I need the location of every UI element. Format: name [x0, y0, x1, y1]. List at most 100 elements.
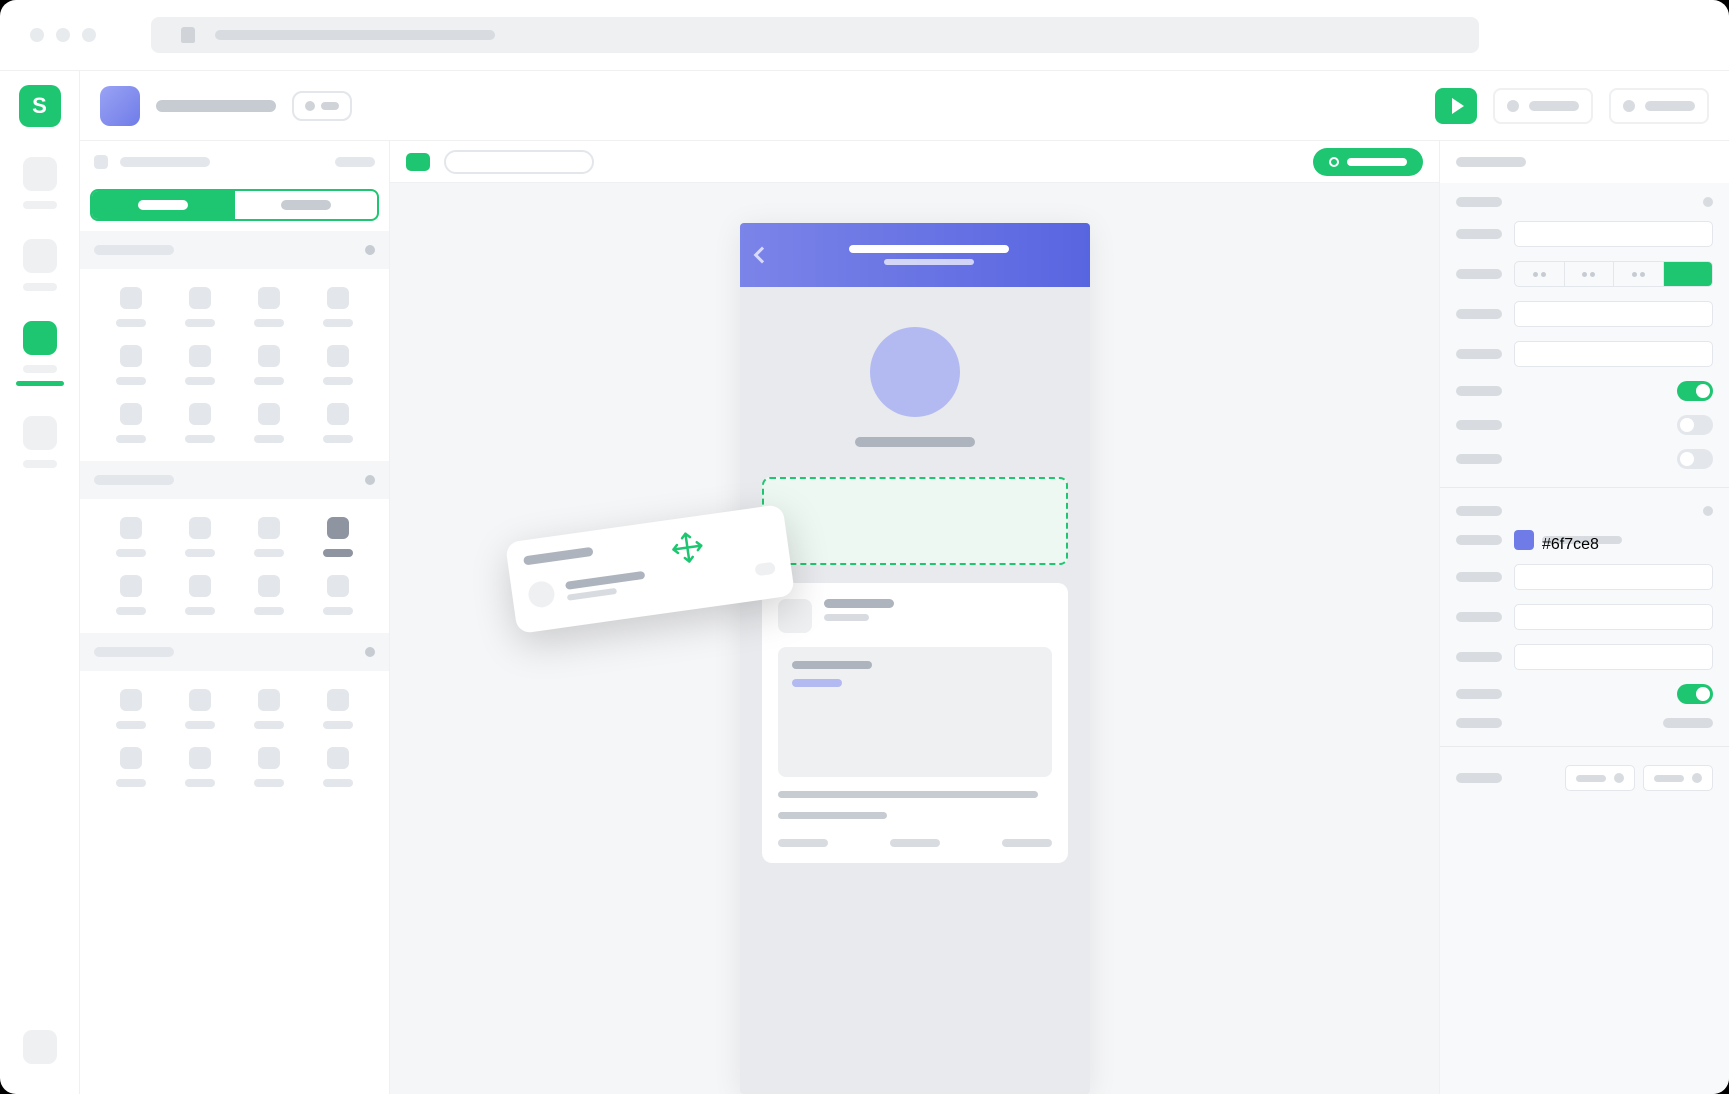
- avatar[interactable]: [870, 327, 960, 417]
- section-collapse-icon[interactable]: [365, 647, 375, 657]
- component-item[interactable]: [102, 403, 161, 443]
- play-button[interactable]: [1435, 88, 1477, 124]
- component-item[interactable]: [102, 287, 161, 327]
- nav-icon-4[interactable]: [23, 416, 57, 450]
- component-item[interactable]: [102, 689, 161, 729]
- canvas-search[interactable]: [444, 150, 594, 174]
- component-item[interactable]: [102, 747, 161, 787]
- component-item[interactable]: [308, 403, 367, 443]
- prop-label: [1456, 229, 1502, 239]
- align-option[interactable]: [1565, 262, 1615, 286]
- nav-rail: S: [0, 71, 80, 1094]
- topbar-action-1[interactable]: [1493, 88, 1593, 124]
- component-item[interactable]: [308, 287, 367, 327]
- topbar-action-2[interactable]: [1609, 88, 1709, 124]
- card-action[interactable]: [890, 839, 940, 847]
- prop-input[interactable]: [1514, 221, 1713, 247]
- back-icon[interactable]: [753, 247, 770, 264]
- nav-group-4[interactable]: [23, 416, 57, 468]
- prop-toggle-3[interactable]: [1677, 449, 1713, 469]
- component-item[interactable]: [102, 517, 161, 557]
- section-collapse-icon[interactable]: [365, 245, 375, 255]
- component-item[interactable]: [240, 345, 299, 385]
- prop-toggle-2[interactable]: [1677, 415, 1713, 435]
- nav-settings-icon[interactable]: [23, 1030, 57, 1064]
- prop-label: [1456, 349, 1502, 359]
- view-toggle[interactable]: [292, 91, 352, 121]
- prop-input[interactable]: [1514, 644, 1713, 670]
- section-title: [94, 647, 174, 657]
- device-frame[interactable]: [740, 223, 1090, 1094]
- component-item[interactable]: [240, 517, 299, 557]
- component-item[interactable]: [171, 575, 230, 615]
- align-option[interactable]: [1614, 262, 1664, 286]
- canvas[interactable]: [390, 183, 1439, 1094]
- prop-label: [1456, 420, 1502, 430]
- section-menu-icon[interactable]: [1703, 506, 1713, 516]
- app-logo[interactable]: S: [19, 85, 61, 127]
- alignment-segments[interactable]: [1514, 261, 1713, 287]
- section-menu-icon[interactable]: [1703, 197, 1713, 207]
- nav-icon-3[interactable]: [23, 321, 57, 355]
- prop-input[interactable]: [1514, 564, 1713, 590]
- section-collapse-icon[interactable]: [365, 475, 375, 485]
- screen-header: [740, 223, 1090, 287]
- color-swatch[interactable]: [1514, 530, 1534, 550]
- align-option[interactable]: [1515, 262, 1565, 286]
- prop-input[interactable]: [1514, 341, 1713, 367]
- close-dot[interactable]: [30, 28, 44, 42]
- content-card[interactable]: [762, 583, 1068, 863]
- component-item[interactable]: [240, 575, 299, 615]
- nav-group-3[interactable]: [16, 321, 64, 386]
- prop-input[interactable]: [1514, 301, 1713, 327]
- nav-icon-1[interactable]: [23, 157, 57, 191]
- component-item[interactable]: [240, 689, 299, 729]
- prop-chip[interactable]: [1565, 765, 1635, 791]
- nav-group-2[interactable]: [23, 239, 57, 291]
- component-item[interactable]: [171, 689, 230, 729]
- component-item[interactable]: [102, 345, 161, 385]
- url-bar[interactable]: [151, 17, 1479, 53]
- panel-tabs[interactable]: [90, 189, 379, 221]
- prop-chip[interactable]: [1643, 765, 1713, 791]
- nav-group-1[interactable]: [23, 157, 57, 209]
- component-item[interactable]: [171, 403, 230, 443]
- prop-toggle-4[interactable]: [1677, 684, 1713, 704]
- minimize-dot[interactable]: [56, 28, 70, 42]
- project-icon[interactable]: [100, 86, 140, 126]
- component-item[interactable]: [102, 575, 161, 615]
- prop-input[interactable]: [1514, 604, 1713, 630]
- panel-tab-1[interactable]: [92, 191, 235, 219]
- canvas-status-button[interactable]: [1313, 148, 1423, 176]
- card-action[interactable]: [778, 839, 828, 847]
- component-item[interactable]: [308, 747, 367, 787]
- component-item[interactable]: [171, 517, 230, 557]
- components-panel: [80, 141, 390, 1094]
- status-dot-icon: [1329, 157, 1339, 167]
- drop-zone[interactable]: [762, 477, 1068, 565]
- card-title: [824, 599, 894, 608]
- section-header-1[interactable]: [80, 231, 389, 269]
- panel-tab-2[interactable]: [235, 191, 378, 219]
- section-header-3[interactable]: [80, 633, 389, 671]
- component-item[interactable]: [308, 575, 367, 615]
- card-action[interactable]: [1002, 839, 1052, 847]
- component-item[interactable]: [171, 747, 230, 787]
- component-item[interactable]: [171, 287, 230, 327]
- window-controls[interactable]: [30, 28, 96, 42]
- component-item[interactable]: [171, 345, 230, 385]
- maximize-dot[interactable]: [82, 28, 96, 42]
- component-item[interactable]: [240, 287, 299, 327]
- nav-label-4: [23, 460, 57, 468]
- component-item[interactable]: [308, 689, 367, 729]
- prop-toggle-1[interactable]: [1677, 381, 1713, 401]
- prop-label: [1456, 269, 1502, 279]
- nav-icon-2[interactable]: [23, 239, 57, 273]
- component-item-selected[interactable]: [308, 517, 367, 557]
- section-header-2[interactable]: [80, 461, 389, 499]
- component-item[interactable]: [240, 403, 299, 443]
- component-item[interactable]: [308, 345, 367, 385]
- canvas-badge[interactable]: [406, 153, 430, 171]
- component-item[interactable]: [240, 747, 299, 787]
- align-option-active[interactable]: [1664, 262, 1713, 286]
